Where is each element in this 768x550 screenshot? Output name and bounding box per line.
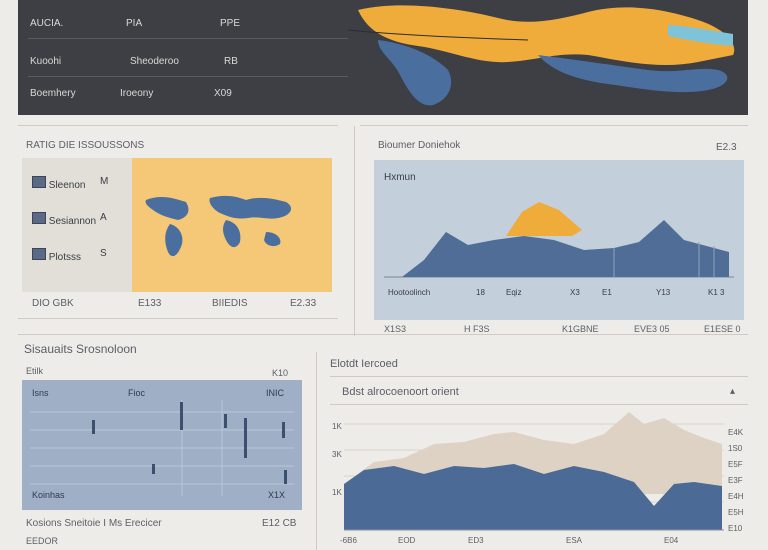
bottom-right-chart-title: Bdst alrocoenoort orient	[342, 386, 459, 398]
bottom-left-bottom: EEDOR	[26, 536, 59, 546]
right-mid-x-label-1: Hootoolinch	[388, 288, 431, 297]
right-mid-x-label-2: 18	[476, 288, 485, 297]
bottom-right-title: Elotdt Iercoed	[330, 358, 398, 370]
bottom-right-caret-icon[interactable]: ▴	[730, 386, 735, 397]
bottom-right-x-label-1: -6B6	[340, 536, 357, 545]
bottom-left-sub-right: K10	[272, 368, 289, 378]
left-mid-footer-2: E133	[138, 298, 162, 309]
left-mid-item-2-value: A	[100, 212, 107, 223]
left-mid-item-3-value: S	[100, 248, 107, 259]
right-mid-x-label-4: X3	[570, 288, 580, 297]
document-icon	[32, 212, 46, 224]
document-icon	[32, 248, 46, 260]
right-mid-footer-1: X1S3	[384, 324, 407, 334]
left-mid-title: RATIG DIE ISSOUSSONS	[26, 140, 145, 151]
bottom-left-caption-value: E12 CB	[262, 518, 297, 529]
left-mid-card: Sleenon M Sesiannon A Plotsss S	[22, 158, 332, 292]
bottom-left-title: Sisauaits Srosnoloon	[24, 342, 137, 356]
top-row-2-b: Sheoderoo	[130, 56, 179, 67]
right-mid-footer-4: EVE3 05	[634, 324, 670, 334]
right-mid-footer-2: H F3S	[464, 324, 490, 334]
left-mid-footer-4: E2.33	[290, 298, 317, 309]
bottom-left-footer-left: Koinhas	[32, 490, 65, 500]
bottom-left-col-2: Fioc	[128, 388, 146, 398]
left-mid-item-3-label: Plotsss	[48, 252, 82, 263]
left-mid-world-map	[145, 195, 292, 257]
left-mid-item-2[interactable]: Sesiannon	[32, 212, 96, 227]
bottom-left-grid	[30, 400, 294, 496]
right-mid-x-label-5: E1	[602, 288, 612, 297]
bottom-right-x-label-4: ESA	[566, 536, 583, 545]
right-mid-card: Hxmun Hootoolinch 18 Eqiz X3 E1 Y13 K1 3	[374, 160, 744, 320]
right-mid-x-label-6: Y13	[656, 288, 671, 297]
bottom-left-card: Isns Fioc INIC Koinhas X1X	[22, 380, 302, 510]
top-row-3-a: Boemhery	[30, 88, 76, 99]
top-row-1-b: PIA	[126, 18, 143, 29]
document-icon	[32, 176, 46, 188]
top-row-1-a: AUCIA.	[30, 18, 64, 29]
right-mid-peak	[506, 202, 582, 236]
top-world-map: TOUDUE	[347, 0, 735, 106]
top-row-3-b: Iroeony	[120, 88, 154, 99]
bottom-right-y-label-2: 3K	[332, 450, 342, 459]
right-mid-footer-5: E1ESE 0	[704, 324, 741, 334]
right-mid-chart-title: Hxmun	[384, 172, 416, 183]
bottom-right-right-label-7: E10	[728, 524, 743, 533]
left-mid-item-2-label: Sesiannon	[48, 216, 97, 227]
right-mid-value: E2.3	[716, 142, 737, 153]
top-row-1-c: PPE	[220, 18, 241, 29]
right-mid-area-chart	[384, 202, 734, 278]
bottom-right-right-label-6: E5H	[728, 508, 744, 517]
left-mid-item-1-label: Sleenon	[48, 180, 86, 191]
left-mid-footer-3: BIIEDIS	[212, 298, 248, 309]
top-row-2-a: Kuoohi	[30, 56, 62, 67]
bottom-right-y-label-1: 1K	[332, 422, 342, 431]
bottom-left-caption: Kosions Sneitoie I Ms Erecicer	[26, 518, 162, 529]
bottom-left-footer-right: X1X	[268, 490, 286, 500]
bottom-right-right-label-1: E4K	[728, 428, 744, 437]
bottom-right-right-label-5: E4H	[728, 492, 744, 501]
right-mid-x-label-7: K1 3	[708, 288, 725, 297]
top-map-label: TOUDUE	[508, 0, 550, 11]
top-row-3-c: X09	[214, 88, 232, 99]
bottom-right-x-label-3: ED3	[468, 536, 484, 545]
top-panel: AUCIA. PIA PPE Kuoohi Sheoderoo RB Boemh…	[18, 0, 748, 115]
bottom-right-right-label-2: 1S0	[728, 444, 743, 453]
bottom-right-area-chart	[344, 412, 724, 531]
right-mid-x-label-3: Eqiz	[506, 288, 522, 297]
bottom-right-x-label-5: E04	[664, 536, 679, 545]
left-mid-item-1-value: M	[100, 176, 109, 187]
bottom-right-right-label-3: E5F	[728, 460, 743, 469]
bottom-right-x-label-2: EOD	[398, 536, 416, 545]
top-row-2-c: RB	[224, 56, 238, 67]
bottom-right-right-label-4: E3F	[728, 476, 743, 485]
left-mid-footer-1: DIO GBK	[32, 298, 74, 309]
bottom-left-sub-left: Etilk	[26, 366, 44, 376]
bottom-right-y-label-3: 1K	[332, 488, 342, 497]
left-mid-item-3[interactable]: Plotsss	[32, 248, 81, 263]
right-mid-footer-3: K1GBNE	[562, 324, 599, 334]
right-mid-title: Bioumer Doniehok	[378, 140, 461, 151]
bottom-left-col-3: INIC	[266, 388, 284, 398]
left-mid-item-1[interactable]: Sleenon	[32, 176, 85, 191]
bottom-left-col-1: Isns	[32, 388, 49, 398]
